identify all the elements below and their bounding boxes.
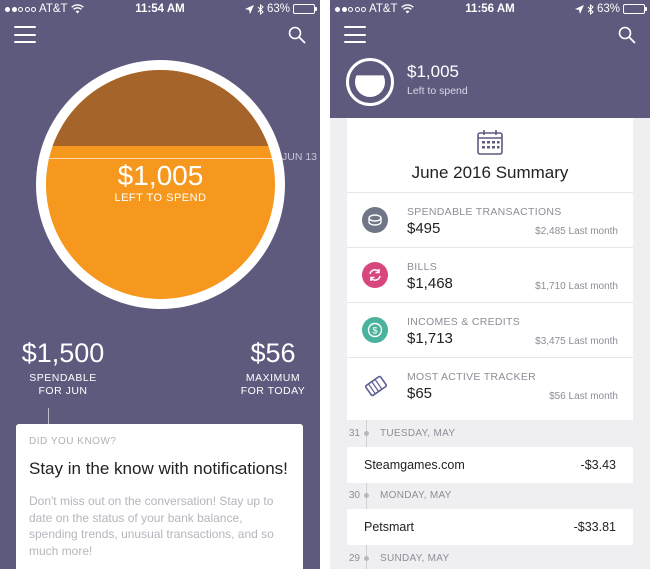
row-compare: $2,485 Last month [535, 226, 618, 237]
transaction-amount: -$33.81 [573, 520, 616, 534]
timeline-dot [364, 556, 369, 561]
transaction-row[interactable]: Petsmart -$33.81 [347, 509, 633, 545]
card-headline: Stay in the know with notifications! [29, 459, 288, 478]
search-icon[interactable] [618, 26, 636, 44]
spendable-label: SPENDABLE [29, 372, 97, 384]
coin-stack-icon [362, 207, 388, 233]
row-compare: $1,710 Last month [535, 281, 618, 292]
status-bar: AT&T 11:56 AM 63% [330, 0, 650, 20]
card-body: Don't miss out on the conversation! Stay… [29, 494, 274, 558]
timeline-dot [364, 431, 369, 436]
battery-icon [623, 4, 647, 14]
row-value: $495 [407, 220, 441, 237]
spendable-stat: $1,500 SPENDABLE FOR JUN [14, 338, 112, 398]
row-label: SPENDABLE TRANSACTIONS [407, 206, 562, 218]
summary-row-incomes[interactable]: $ INCOMES & CREDITS $1,713 $3,475 Last m… [347, 302, 633, 357]
gauge-spent-area [46, 70, 275, 146]
max-period: FOR TODAY [240, 385, 306, 397]
menu-icon[interactable] [344, 26, 366, 43]
summary-row-tracker[interactable]: MOST ACTIVE TRACKER $65 $56 Last month [347, 357, 633, 412]
search-icon[interactable] [288, 26, 306, 44]
day-label: MONDAY, MAY [380, 490, 452, 501]
transaction-amount: -$3.43 [580, 458, 616, 472]
calendar-icon [477, 130, 503, 155]
left-to-spend-amount: $1,005 [117, 160, 204, 191]
row-label: INCOMES & CREDITS [407, 316, 521, 328]
summary-title: June 2016 Summary [411, 163, 569, 182]
max-amount: $56 [250, 338, 296, 368]
day-number: 29 [348, 553, 360, 564]
max-label: MAXIMUM [245, 372, 301, 384]
dollar-coin-icon: $ [362, 317, 388, 343]
row-value: $1,468 [407, 275, 453, 292]
day-header: 31 TUESDAY, MAY [330, 426, 650, 442]
transaction-row[interactable]: Steamgames.com -$3.43 [347, 447, 633, 483]
right-screen: AT&T 11:56 AM 63% $1,005 Left to spend J… [330, 0, 650, 569]
row-value: $1,713 [407, 330, 453, 347]
day-number: 30 [348, 490, 360, 501]
bluetooth-icon [587, 3, 594, 15]
mini-gauge-icon[interactable] [346, 58, 394, 106]
battery-percent: 63% [266, 3, 290, 15]
day-label: TUESDAY, MAY [380, 428, 456, 439]
row-compare: $56 Last month [549, 391, 618, 402]
ticket-icon [362, 372, 388, 398]
today-date-label: JUN 13 [281, 151, 317, 163]
location-arrow-icon [574, 4, 584, 14]
day-label: SUNDAY, MAY [380, 553, 450, 564]
summary-card: June 2016 Summary SPENDABLE TRANSACTIONS… [347, 118, 633, 420]
spendable-period: FOR JUN [38, 385, 88, 397]
header-label: Left to spend [407, 85, 468, 97]
day-header: 29 SUNDAY, MAY [330, 551, 650, 567]
day-header: 30 MONDAY, MAY [330, 488, 650, 504]
timeline-dot [364, 493, 369, 498]
merchant-name: Steamgames.com [364, 458, 465, 472]
svg-text:$: $ [372, 326, 377, 336]
max-today-stat: $56 MAXIMUM FOR TODAY [232, 338, 314, 398]
menu-icon[interactable] [14, 26, 36, 43]
battery-icon [293, 4, 317, 14]
day-number: 31 [348, 428, 360, 439]
row-value: $65 [407, 385, 433, 402]
location-arrow-icon [244, 4, 254, 14]
timeline-connector [48, 408, 49, 424]
merchant-name: Petsmart [364, 520, 415, 534]
status-bar: AT&T 11:54 AM 63% [0, 0, 320, 20]
row-label: MOST ACTIVE TRACKER [407, 371, 537, 383]
bluetooth-icon [257, 3, 264, 15]
refresh-icon [362, 262, 388, 288]
summary-row-bills[interactable]: BILLS $1,468 $1,710 Last month [347, 247, 633, 302]
spendable-amount: $1,500 [21, 338, 105, 368]
row-label: BILLS [407, 261, 438, 273]
left-to-spend-label: LEFT TO SPEND [114, 192, 207, 204]
header-amount: $1,005 [407, 62, 459, 81]
left-screen: AT&T 11:54 AM 63% JUN 13 $1,005 LEFT TO … [0, 0, 320, 569]
summary-row-spendable[interactable]: SPENDABLE TRANSACTIONS $495 $2,485 Last … [347, 192, 633, 247]
did-you-know-card[interactable]: DID YOU KNOW? Stay in the know with noti… [16, 424, 303, 569]
today-marker-line [48, 158, 282, 159]
battery-percent: 63% [596, 3, 620, 15]
card-eyebrow: DID YOU KNOW? [29, 436, 117, 447]
row-compare: $3,475 Last month [535, 336, 618, 347]
